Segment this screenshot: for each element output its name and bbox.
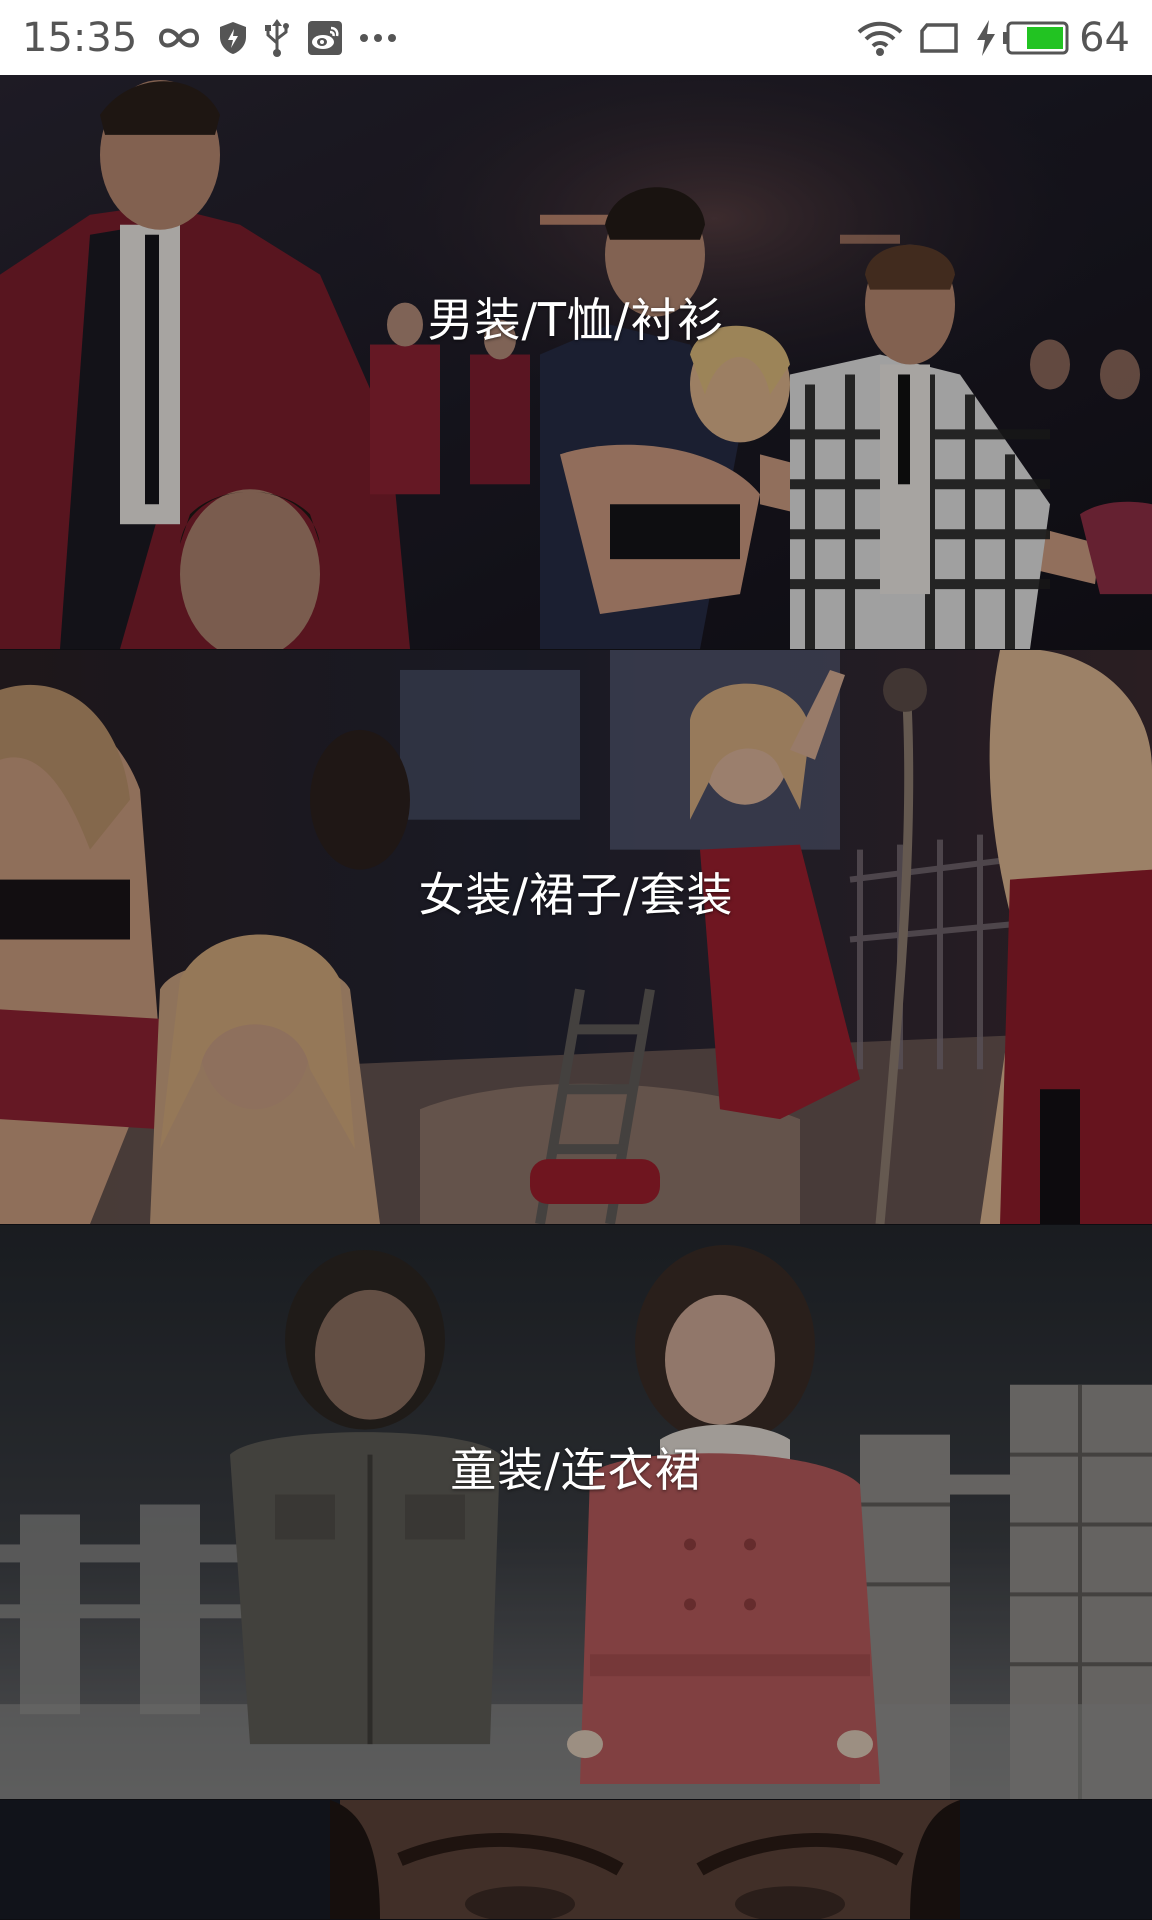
category-card-partial[interactable] (0, 1800, 1152, 1920)
category-card-men[interactable]: 男装/T恤/衬衫 (0, 75, 1152, 650)
category-card-women[interactable]: 女装/裙子/套装 (0, 650, 1152, 1225)
usb-icon (263, 18, 291, 57)
battery-level: 64 (1079, 14, 1130, 61)
status-bar-left: 15:35 (22, 15, 413, 61)
card-overlay (0, 75, 1152, 649)
wifi-icon (857, 20, 903, 56)
app-screen: 15:35 64 男装/T恤/衬衫 女装/裙子/套装 童装/连衣裙 (0, 0, 1152, 1920)
status-bar-right: 64 (857, 15, 1130, 61)
shield-icon (219, 21, 247, 55)
card-overlay (0, 1225, 1152, 1799)
category-card-kids[interactable]: 童装/连衣裙 (0, 1225, 1152, 1800)
charging-bolt-icon (975, 19, 997, 56)
card-overlay (0, 1800, 1152, 1919)
more-dots-icon (359, 33, 397, 43)
category-label-women: 女装/裙子/套装 (418, 868, 734, 922)
category-label-men: 男装/T恤/衬衫 (427, 293, 725, 347)
card-overlay (0, 650, 1152, 1224)
clock: 15:35 (22, 14, 138, 61)
battery-icon (1003, 21, 1069, 55)
category-list[interactable]: 男装/T恤/衬衫 女装/裙子/套装 童装/连衣裙 (0, 75, 1152, 1920)
category-label-kids: 童装/连衣裙 (450, 1443, 702, 1497)
screen-cast-icon (919, 22, 959, 54)
weibo-icon (307, 20, 343, 56)
status-bar: 15:35 64 (0, 0, 1152, 75)
infinity-icon (155, 23, 203, 53)
